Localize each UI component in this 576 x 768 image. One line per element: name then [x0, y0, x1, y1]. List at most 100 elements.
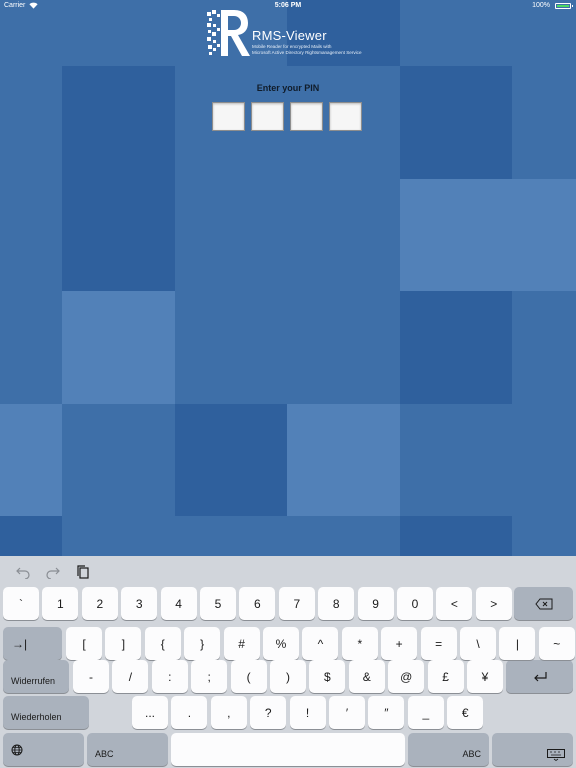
- row2-key-10[interactable]: =: [420, 627, 457, 660]
- background-tile: [175, 516, 287, 556]
- app-subtitle-line2: Microsoft Active Directory Rightsmanagem…: [252, 50, 362, 55]
- row4-key-4[interactable]: ?: [250, 696, 287, 729]
- status-time: 5:06 PM: [274, 2, 302, 9]
- backspace-icon: [534, 598, 552, 609]
- row3-key-3[interactable]: :: [151, 660, 188, 693]
- dismiss-keyboard-key[interactable]: [492, 733, 573, 766]
- row4-key-3[interactable]: ,: [210, 696, 247, 729]
- row3-key-10[interactable]: £: [427, 660, 464, 693]
- row2-key-11[interactable]: \: [460, 627, 496, 660]
- status-bar: Carrier 5:06 PM 100%: [0, 0, 576, 12]
- row3-key-5[interactable]: (: [230, 660, 267, 693]
- background-tile: [0, 179, 62, 291]
- row2-key-12[interactable]: |: [499, 627, 536, 660]
- battery-level-fill: [557, 5, 569, 7]
- row1-key-6[interactable]: 5: [200, 587, 236, 620]
- clipboard-icon[interactable]: [76, 565, 90, 579]
- abc-key-right[interactable]: ABC: [408, 733, 489, 766]
- background-tile: [400, 516, 512, 556]
- background-tile: [62, 516, 175, 556]
- return-icon: [533, 671, 547, 681]
- row2-key-9[interactable]: +: [381, 627, 418, 660]
- pin-digit-3[interactable]: [290, 102, 323, 131]
- background-tile: [62, 404, 175, 516]
- pin-prompt: Enter your PIN: [256, 83, 320, 93]
- row3-key-4[interactable]: ;: [191, 660, 228, 693]
- row2-key-13[interactable]: ~: [538, 627, 575, 660]
- background-tile: [512, 179, 576, 291]
- abc-key-left[interactable]: ABC: [87, 733, 168, 766]
- battery-icon: [555, 3, 573, 9]
- row2-key-2[interactable]: ]: [105, 627, 142, 660]
- background-tile: [175, 179, 287, 291]
- row4-key-1[interactable]: ...: [132, 696, 168, 729]
- row1-key-13[interactable]: >: [475, 587, 512, 620]
- globe-icon: [11, 744, 23, 755]
- row1-key-1[interactable]: `: [3, 587, 39, 620]
- undo-arrow-icon[interactable]: [16, 565, 30, 580]
- row1-key-3[interactable]: 2: [81, 587, 118, 620]
- row2-key-3[interactable]: {: [144, 627, 181, 660]
- background-tile: [512, 404, 576, 516]
- pin-digit-1[interactable]: [212, 102, 245, 131]
- row4-key-6[interactable]: ′: [329, 696, 365, 729]
- background-tile: [175, 291, 287, 404]
- rms-logo-icon: [207, 10, 250, 56]
- undo-key[interactable]: Widerrufen: [3, 660, 69, 693]
- row1-key-2[interactable]: 1: [42, 587, 79, 620]
- background-tile: [0, 291, 62, 404]
- tab-key[interactable]: →|: [3, 627, 62, 660]
- row3-key-11[interactable]: ¥: [467, 660, 503, 693]
- row2-key-6[interactable]: %: [263, 627, 299, 660]
- keyboard: →| Widerrufen Wiederholen ABC ABC ` 1 2 3 4 5…: [0, 556, 576, 768]
- row4-key-2[interactable]: .: [171, 696, 208, 729]
- row2-key-7[interactable]: ^: [302, 627, 339, 660]
- row4-key-7[interactable]: ″: [368, 696, 405, 729]
- row3-key-1[interactable]: -: [73, 660, 109, 693]
- row3-key-7[interactable]: $: [309, 660, 346, 693]
- row3-key-2[interactable]: /: [112, 660, 149, 693]
- row2-key-1[interactable]: [: [66, 627, 102, 660]
- background-tile: [287, 179, 400, 291]
- delete-key[interactable]: [514, 587, 573, 620]
- row1-key-11[interactable]: 0: [397, 587, 433, 620]
- return-key[interactable]: [506, 660, 573, 693]
- redo-arrow-icon[interactable]: [46, 565, 60, 580]
- keyboard-shortcut-bar: [0, 556, 576, 586]
- app-logo: RMS-Viewer Mobile Reader for encrypted M…: [207, 10, 377, 58]
- pin-digit-2[interactable]: [251, 102, 284, 131]
- app-title: RMS-Viewer: [252, 28, 327, 43]
- row1-key-7[interactable]: 6: [239, 587, 276, 620]
- row1-key-5[interactable]: 4: [160, 587, 197, 620]
- row1-key-8[interactable]: 7: [278, 587, 315, 620]
- row4-key-9[interactable]: €: [447, 696, 484, 729]
- keyboard-dismiss-icon: [547, 749, 565, 761]
- background-tile: [62, 291, 175, 404]
- row3-key-6[interactable]: ): [270, 660, 306, 693]
- background-tile: [0, 404, 62, 516]
- background-tile: [287, 291, 400, 404]
- space-key[interactable]: [171, 733, 405, 766]
- row1-key-4[interactable]: 3: [121, 587, 158, 620]
- background-tile: [287, 404, 400, 516]
- row1-key-12[interactable]: <: [436, 587, 473, 620]
- pin-digit-4[interactable]: [329, 102, 362, 131]
- background-tile: [287, 516, 400, 556]
- battery-percentage: 100%: [532, 2, 550, 9]
- background-tile: [0, 516, 62, 556]
- row1-key-9[interactable]: 8: [318, 587, 355, 620]
- row1-key-10[interactable]: 9: [357, 587, 394, 620]
- row4-key-5[interactable]: !: [289, 696, 326, 729]
- background-tile: [400, 291, 512, 404]
- redo-key[interactable]: Wiederholen: [3, 696, 89, 729]
- row2-key-4[interactable]: }: [184, 627, 221, 660]
- row2-key-5[interactable]: #: [223, 627, 260, 660]
- row4-key-8[interactable]: _: [407, 696, 444, 729]
- row3-key-8[interactable]: &: [348, 660, 385, 693]
- row3-key-9[interactable]: @: [388, 660, 425, 693]
- background-tile: [512, 516, 576, 556]
- globe-key[interactable]: [3, 733, 84, 766]
- background-tile: [400, 404, 512, 516]
- background-tile: [175, 404, 287, 516]
- row2-key-8[interactable]: *: [341, 627, 378, 660]
